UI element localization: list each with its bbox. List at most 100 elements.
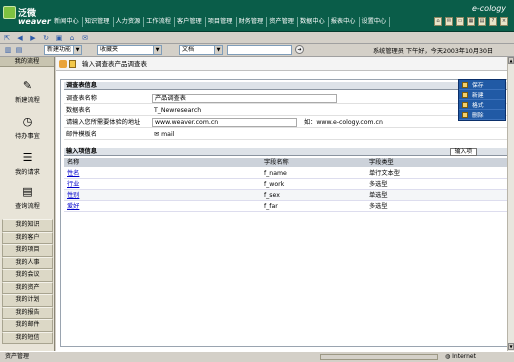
nav-item-workflow[interactable]: 工作流程 [146,17,175,27]
item-type: 多选型 [369,181,388,188]
item-name-link[interactable]: 行业 [67,179,79,190]
sidebar-item-knowledge[interactable]: 我的知识 [2,219,53,232]
field-table-name: 数据表名 T_Newresearch [64,105,507,116]
scroll-up-arrow-icon[interactable]: ▲ [508,57,514,64]
filter-bar: ▥ ▤ 新建功能 ▼ 收藏夹 ▼ 文档 ▼ ➜ 系统管理员 下午好，今天2003… [0,44,514,57]
mail-template-link[interactable]: ✉ mail [154,129,174,140]
progress-bar [320,354,438,360]
user-greeting: 系统管理员 下午好，今天2003年10月30日 [373,48,494,55]
nav-item-news[interactable]: 新闻中心 [54,17,83,27]
sidebar-action-label: 新建流程 [15,97,40,104]
search-doc-icon: ▤ [22,185,33,198]
field-mail-template: 邮件模板名 ✉ mail [64,129,507,140]
sidebar-action-todo[interactable]: ◷ 待办事宜 [6,115,49,140]
favorites-select-value: 收藏夹 [100,46,119,53]
table-row: 行业 f_work 多选型 [64,179,507,190]
sidebar-item-project[interactable]: 我的项目 [2,244,53,257]
calendar-icon[interactable]: ▦ [467,17,475,26]
exit-icon[interactable]: × [500,17,508,26]
sidebar-item-customer[interactable]: 我的客户 [2,231,53,244]
nav-item-hr[interactable]: 人力资源 [116,17,145,27]
print-icon[interactable]: ▤ [478,17,486,26]
item-name-link[interactable]: 性名 [67,168,79,179]
field-experience-url: 请输入您所需要体验的地址 www.weaver.com.cn 如：www.e-c… [64,117,507,128]
save-icon[interactable]: ▣ [55,34,63,42]
favorites-select[interactable]: 收藏夹 ▼ [97,45,162,55]
exit-icon[interactable]: ⇱ [3,34,11,42]
sidebar-action-label: 我的请求 [15,169,40,176]
home-icon[interactable]: ⌂ [68,34,76,42]
sidebar-header: 我的流程 [0,57,54,67]
layout-icon[interactable]: ▥ [4,46,12,54]
nav-item-knowledge[interactable]: 知识管理 [85,17,114,27]
items-section-title: 输入项信息 输入项 [64,148,507,156]
item-name-link[interactable]: 性别 [67,190,79,201]
field-label: 调查表名称 [66,95,97,102]
sidebar-item-hr[interactable]: 我的人事 [2,256,53,269]
nav-item-asset[interactable]: 资产管理 [269,17,298,27]
mail-template-value: mail [161,131,175,138]
new-function-select[interactable]: 新建功能 ▼ [44,45,82,55]
sidebar-action-query[interactable]: ▤ 查询流程 [6,185,49,210]
menu-item-label: 格式 [472,103,484,109]
sidebar-item-mail[interactable]: 我的邮件 [2,319,53,332]
nav-item-customer[interactable]: 客户管理 [177,17,206,27]
request-icon: ☰ [22,151,33,164]
sidebar-item-meeting[interactable]: 我的会议 [2,269,53,282]
brand-name: e-cology [471,4,506,13]
help-icon[interactable]: ? [489,17,497,26]
new-icon [462,91,468,98]
table-row: 性别 f_sex 单选型 [64,190,507,201]
menu-item-label: 删除 [472,113,484,119]
logo: 泛微 weaver [3,3,51,29]
vertical-scrollbar[interactable]: ▲ ▼ [507,57,514,351]
sidebar-item-asset[interactable]: 我的资产 [2,281,53,294]
refresh-icon[interactable]: ↻ [42,34,50,42]
add-item-button[interactable]: 输入项 [449,148,477,156]
top-nav: 新闻中心 知识管理 人力资源 工作流程 客户管理 项目管理 财务管理 资产管理 … [54,17,392,27]
table-row: 爱好 f_far 多选型 [64,201,507,212]
back-icon[interactable]: ◀ [16,34,24,42]
list-icon[interactable]: ▤ [15,46,23,54]
main-toolbar: ⇱ ◀ ▶ ↻ ▣ ⌂ ✉ [0,32,514,44]
field-label: 请输入您所需要体验的地址 [66,119,141,126]
item-type: 单行文本型 [369,170,400,177]
item-field: f_work [264,181,285,188]
menu-item-delete[interactable]: 删除 [459,110,505,120]
chevron-down-icon: ▼ [214,46,222,54]
sidebar-action-label: 查询流程 [15,203,40,210]
nav-item-settings[interactable]: 设置中心 [362,17,391,27]
search-type-select[interactable]: 文档 ▼ [179,45,223,55]
logo-text-en: weaver [18,17,51,26]
item-name-link[interactable]: 爱好 [67,201,79,212]
new-function-select-value: 新建功能 [47,46,72,53]
mail-icon[interactable]: ✉ [445,17,453,26]
sidebar-item-sms[interactable]: 我的短信 [2,331,53,344]
breadcrumb: 输入调查表产品调查表 [56,57,514,71]
sidebar-item-plan[interactable]: 我的计划 [2,294,53,307]
nav-item-data[interactable]: 数据中心 [300,17,329,27]
nav-item-report[interactable]: 报表中心 [331,17,360,27]
menu-item-save[interactable]: 保存 [459,80,505,90]
search-input[interactable] [227,45,292,55]
chevron-down-icon: ▼ [73,46,81,54]
home-icon[interactable]: ⌂ [434,17,442,26]
item-type: 多选型 [369,203,388,210]
nav-item-project[interactable]: 项目管理 [208,17,237,27]
sidebar-action-my-request[interactable]: ☰ 我的请求 [6,151,49,176]
menu-item-new[interactable]: 新建 [459,90,505,100]
folder-icon[interactable]: ▭ [456,17,464,26]
sidebar-menu: 我的知识 我的客户 我的项目 我的人事 我的会议 我的资产 我的计划 我的报告 … [2,219,53,344]
search-go-button[interactable]: ➜ [295,45,304,54]
forward-icon[interactable]: ▶ [29,34,37,42]
nav-item-finance[interactable]: 财务管理 [239,17,268,27]
experience-url-input[interactable]: www.weaver.com.cn [152,118,297,127]
survey-name-input[interactable]: 产品调查表 [152,94,337,103]
scroll-down-arrow-icon[interactable]: ▼ [508,343,514,350]
sidebar-item-report[interactable]: 我的报告 [2,306,53,319]
sidebar: 我的流程 ✎ 新建流程 ◷ 待办事宜 ☰ 我的请求 ▤ 查询流程 我的知识 我的… [0,57,55,351]
mail-icon[interactable]: ✉ [81,34,89,42]
sidebar-action-new-workflow[interactable]: ✎ 新建流程 [6,79,49,104]
menu-item-format[interactable]: 格式 [459,100,505,110]
context-menu: 保存 新建 格式 删除 [458,79,506,121]
